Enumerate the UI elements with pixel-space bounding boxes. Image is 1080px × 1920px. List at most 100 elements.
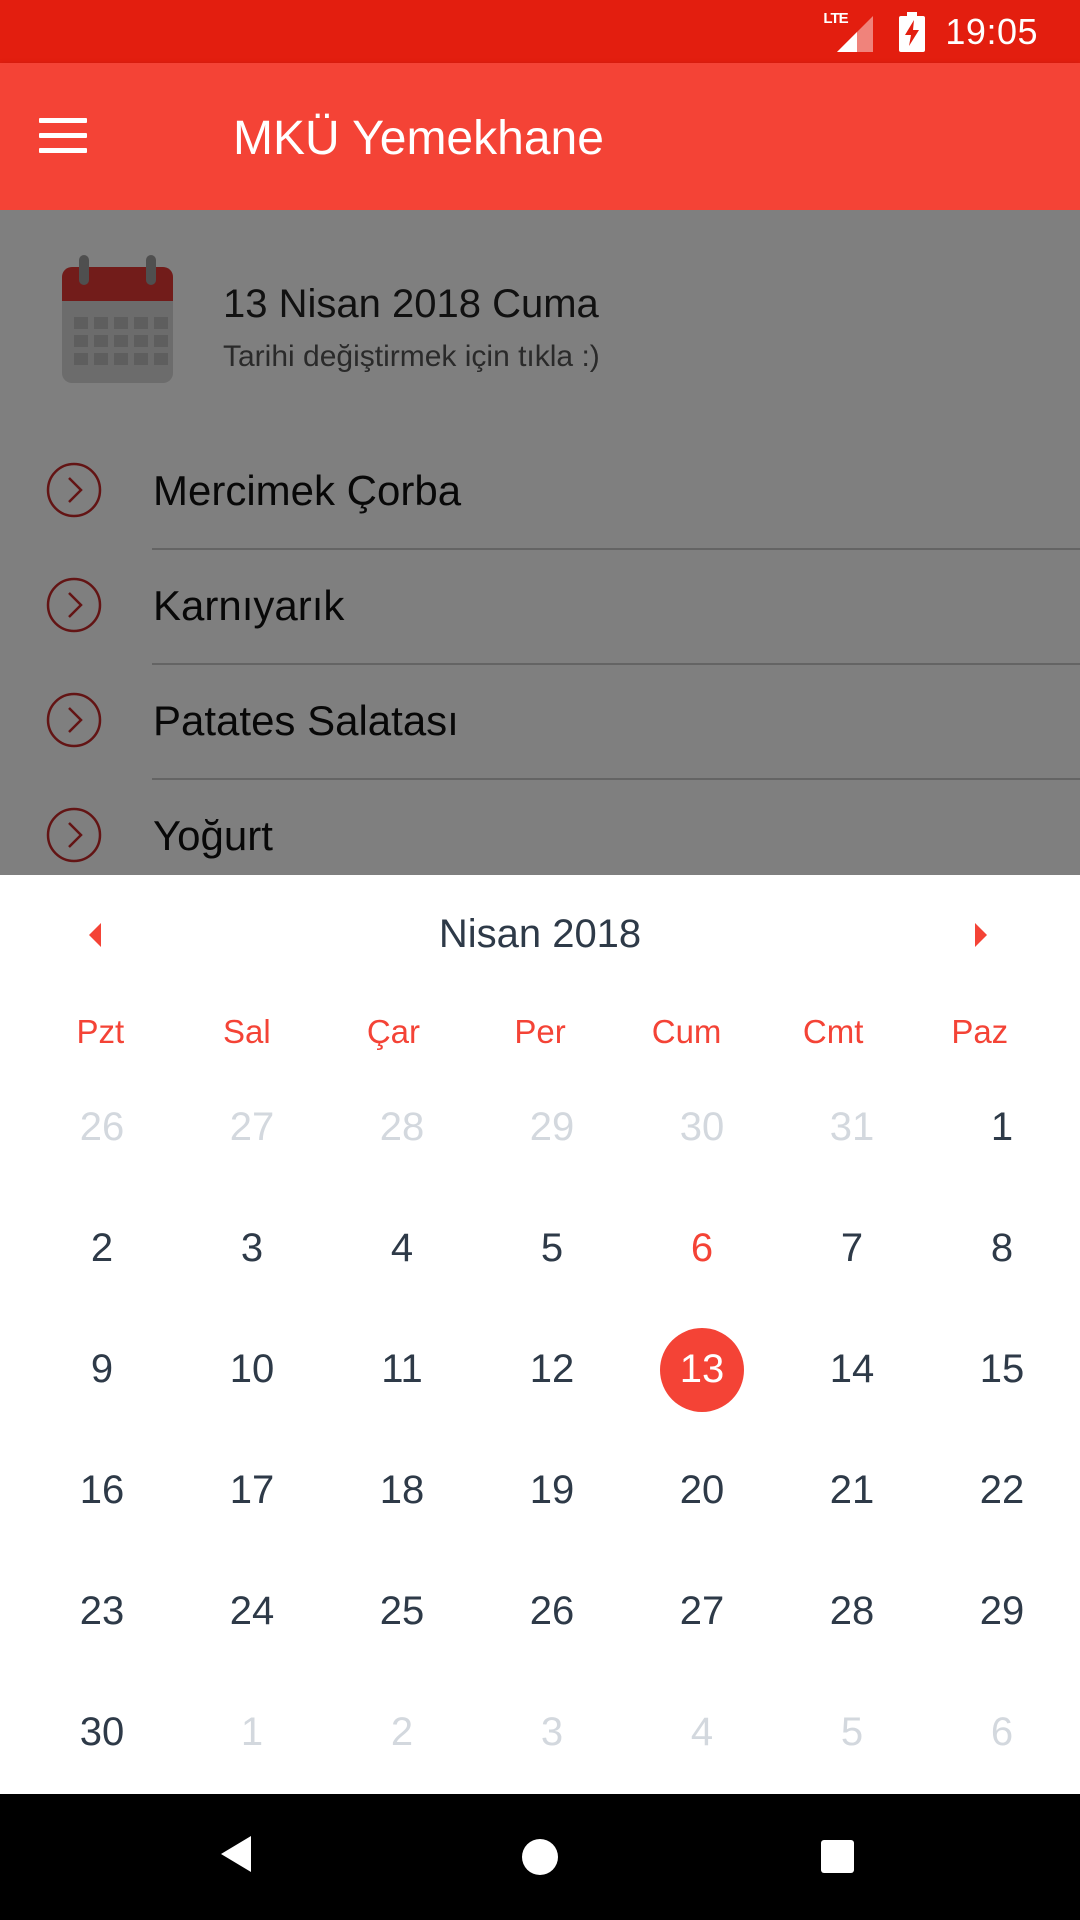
day-number: 9 — [90, 1347, 114, 1391]
day-cell[interactable]: 3 — [477, 1672, 627, 1793]
day-number: 15 — [979, 1347, 1025, 1391]
day-number: 4 — [390, 1226, 414, 1270]
day-cell[interactable]: 10 — [177, 1309, 327, 1430]
weekday-label: Sal — [223, 1013, 271, 1050]
day-cell[interactable]: 22 — [927, 1430, 1077, 1551]
day-number: 3 — [540, 1710, 564, 1754]
day-number: 7 — [840, 1226, 864, 1270]
day-number: 8 — [990, 1226, 1014, 1270]
day-number: 13 — [679, 1347, 725, 1391]
status-icons: LTE 19:05 — [823, 0, 1080, 63]
day-cell[interactable]: 2 — [27, 1188, 177, 1309]
navigation-bar — [0, 1794, 1080, 1920]
day-number: 28 — [829, 1589, 875, 1633]
day-cell[interactable]: 19 — [477, 1430, 627, 1551]
day-number: 1 — [240, 1710, 264, 1754]
day-number: 19 — [529, 1468, 575, 1512]
day-cell[interactable]: 8 — [927, 1188, 1077, 1309]
day-cell[interactable]: 1 — [177, 1672, 327, 1793]
day-cell[interactable]: 27 — [177, 1067, 327, 1188]
next-month-button[interactable] — [956, 905, 1006, 965]
back-icon[interactable] — [219, 1834, 253, 1879]
day-cell[interactable]: 14 — [777, 1309, 927, 1430]
day-number: 5 — [540, 1226, 564, 1270]
day-number: 21 — [829, 1468, 875, 1512]
day-number: 26 — [529, 1589, 575, 1633]
day-cell[interactable]: 27 — [627, 1551, 777, 1672]
day-number: 27 — [229, 1105, 275, 1149]
modal-scrim[interactable] — [0, 210, 1080, 875]
day-cell[interactable]: 6 — [927, 1672, 1077, 1793]
day-number: 10 — [229, 1347, 275, 1391]
day-number: 25 — [379, 1589, 425, 1633]
calendar-days-grid: 26 27 28 29 30 31 1 2 3 4 5 6 7 8 9 10 11 12 13 14 15 16 17 18 1… — [27, 1067, 1053, 1793]
day-number: 6 — [990, 1710, 1014, 1754]
day-number: 2 — [90, 1226, 114, 1270]
lte-signal-icon: LTE — [823, 10, 875, 54]
day-cell[interactable]: 11 — [327, 1309, 477, 1430]
day-number: 22 — [979, 1468, 1025, 1512]
day-number: 12 — [529, 1347, 575, 1391]
day-cell[interactable]: 30 — [627, 1067, 777, 1188]
weekday-label: Pzt — [76, 1013, 125, 1050]
day-number: 5 — [840, 1710, 864, 1754]
day-number: 2 — [390, 1710, 414, 1754]
day-cell[interactable]: 17 — [177, 1430, 327, 1551]
weekday-label: Cmt — [802, 1013, 864, 1050]
day-cell[interactable]: 12 — [477, 1309, 627, 1430]
weekday-label: Per — [514, 1013, 566, 1050]
day-number: 6 — [690, 1226, 714, 1270]
day-cell[interactable]: 29 — [927, 1551, 1077, 1672]
status-time: 19:05 — [945, 10, 1038, 52]
day-cell[interactable]: 23 — [27, 1551, 177, 1672]
recent-apps-icon[interactable] — [821, 1840, 854, 1873]
day-cell[interactable]: 3 — [177, 1188, 327, 1309]
day-cell[interactable]: 26 — [27, 1067, 177, 1188]
home-icon[interactable] — [522, 1839, 558, 1875]
weekday-label: Cum — [651, 1013, 722, 1050]
status-bar: LTE 19:05 — [0, 0, 1080, 63]
day-cell[interactable]: 15 — [927, 1309, 1077, 1430]
day-cell[interactable]: 25 — [327, 1551, 477, 1672]
app-title: MKÜ Yemekhane — [233, 112, 604, 165]
selected-day-cell[interactable]: 13 — [627, 1309, 777, 1430]
app-bar: MKÜ Yemekhane — [0, 63, 1080, 210]
day-cell[interactable]: 5 — [477, 1188, 627, 1309]
day-cell[interactable]: 29 — [477, 1067, 627, 1188]
day-number: 4 — [690, 1710, 714, 1754]
hamburger-menu-icon[interactable] — [39, 118, 87, 154]
day-number: 29 — [529, 1105, 575, 1149]
day-cell[interactable]: 21 — [777, 1430, 927, 1551]
month-header: Nisan 2018 — [0, 875, 1080, 993]
day-cell[interactable]: 7 — [777, 1188, 927, 1309]
day-number: 11 — [381, 1347, 423, 1391]
day-number: 26 — [79, 1105, 125, 1149]
day-cell[interactable]: 26 — [477, 1551, 627, 1672]
day-cell[interactable]: 2 — [327, 1672, 477, 1793]
day-cell[interactable]: 16 — [27, 1430, 177, 1551]
day-number: 30 — [679, 1105, 725, 1149]
weekday-header: Pzt Sal Çar Per Cum Cmt Paz — [27, 1013, 1053, 1051]
day-cell[interactable]: 28 — [777, 1551, 927, 1672]
day-number: 27 — [679, 1589, 725, 1633]
day-cell[interactable]: 5 — [777, 1672, 927, 1793]
day-cell[interactable]: 9 — [27, 1309, 177, 1430]
day-cell[interactable]: 31 — [777, 1067, 927, 1188]
day-cell[interactable]: 30 — [27, 1672, 177, 1793]
day-cell[interactable]: 6 — [627, 1188, 777, 1309]
date-picker: Nisan 2018 Pzt Sal Çar Per Cum Cmt Paz 2… — [0, 875, 1080, 1794]
day-cell[interactable]: 20 — [627, 1430, 777, 1551]
day-cell[interactable]: 18 — [327, 1430, 477, 1551]
day-cell[interactable]: 24 — [177, 1551, 327, 1672]
day-number: 1 — [990, 1105, 1014, 1149]
day-number: 17 — [229, 1468, 275, 1512]
day-number: 28 — [379, 1105, 425, 1149]
day-cell[interactable]: 4 — [327, 1188, 477, 1309]
day-cell[interactable]: 1 — [927, 1067, 1077, 1188]
day-cell[interactable]: 28 — [327, 1067, 477, 1188]
day-number: 29 — [979, 1589, 1025, 1633]
day-cell[interactable]: 4 — [627, 1672, 777, 1793]
day-number: 16 — [79, 1468, 125, 1512]
day-number: 20 — [679, 1468, 725, 1512]
day-number: 18 — [379, 1468, 425, 1512]
